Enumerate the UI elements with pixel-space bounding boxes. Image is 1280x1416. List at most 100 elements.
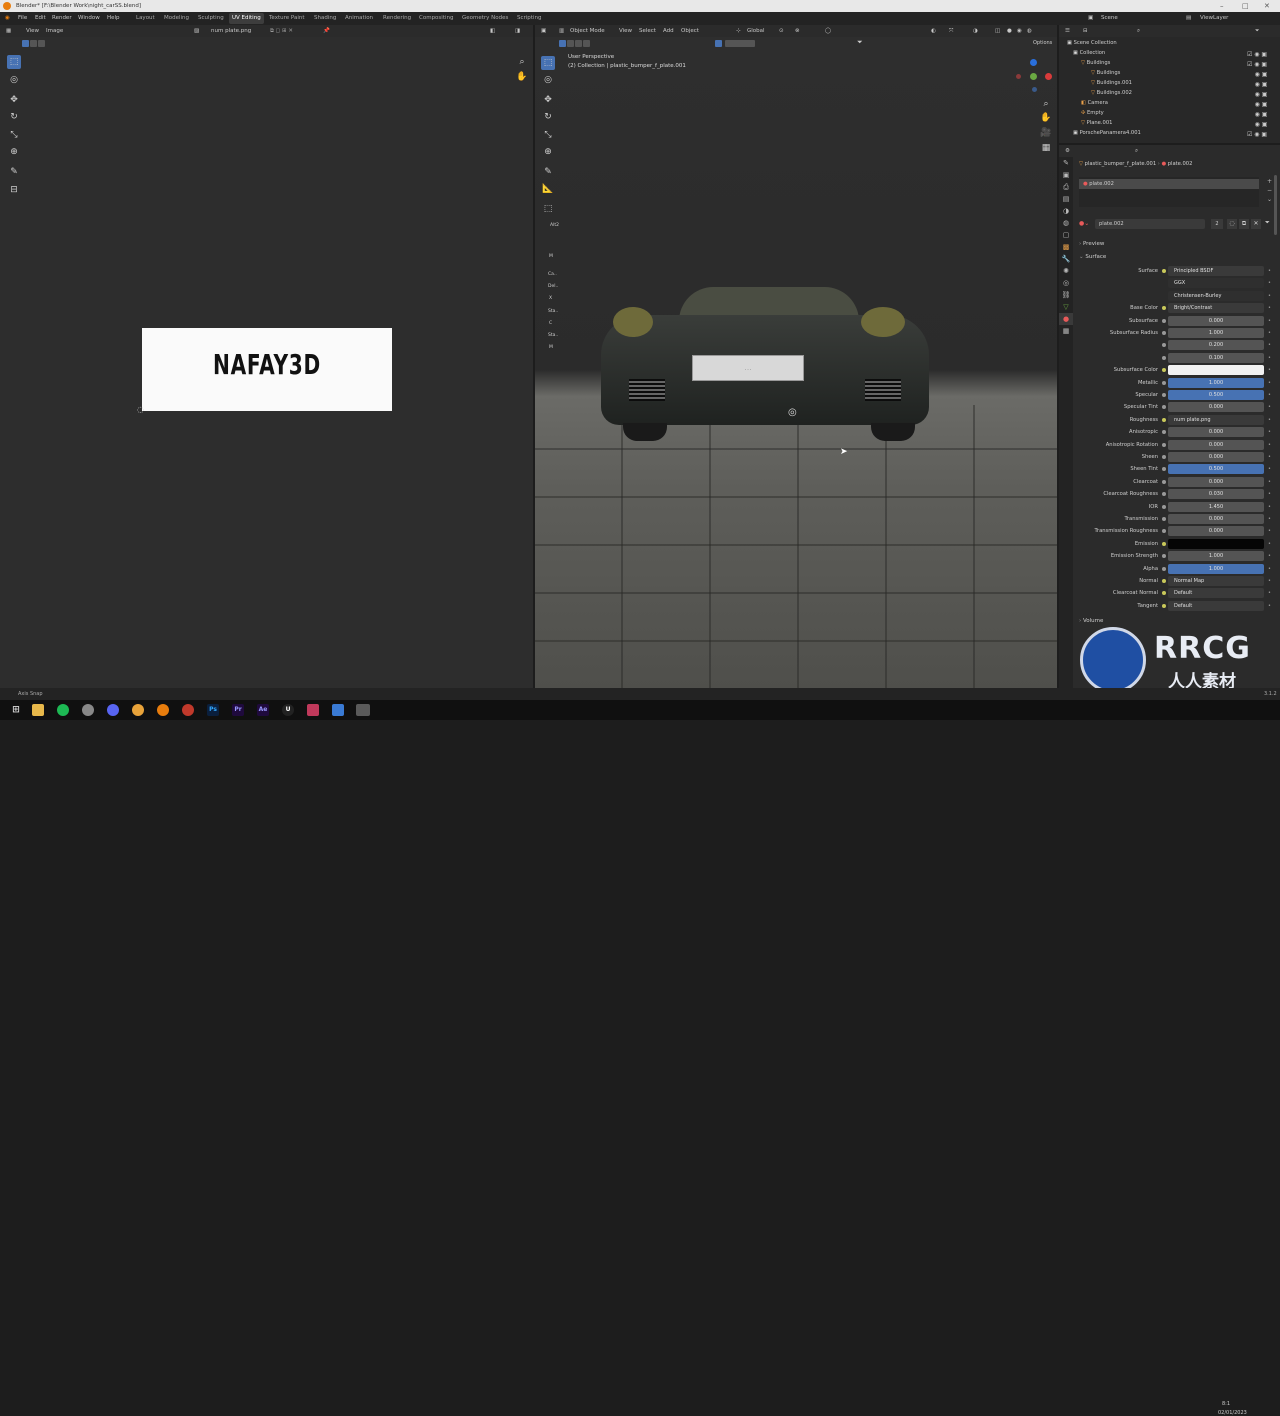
- menu-help[interactable]: Help: [107, 12, 120, 25]
- image-actions[interactable]: ⧉ ◻ ⊞ ✕: [270, 25, 293, 37]
- socket-dot-icon[interactable]: [1162, 529, 1166, 534]
- property-field[interactable]: 0.500: [1168, 464, 1264, 475]
- view-layer-tab-icon[interactable]: ▤: [1059, 193, 1073, 205]
- keyframe-dot-icon[interactable]: •: [1268, 339, 1271, 351]
- keyframe-dot-icon[interactable]: •: [1268, 575, 1271, 587]
- overlay-icon[interactable]: ◑: [973, 25, 978, 37]
- property-field[interactable]: 1.000: [1168, 328, 1264, 338]
- socket-dot-icon[interactable]: [1162, 492, 1166, 497]
- material-filter-icon[interactable]: ⏷: [1265, 219, 1270, 227]
- annotate-tool[interactable]: ✎: [7, 165, 21, 179]
- cursor-tool[interactable]: ◎: [541, 73, 555, 87]
- view-object-types-icon[interactable]: ◐: [931, 25, 936, 37]
- pin-icon[interactable]: 📌: [323, 25, 330, 37]
- render-tab-icon[interactable]: ▣: [1059, 169, 1073, 181]
- visibility-eye-icon[interactable]: ◉ ▣: [1247, 100, 1277, 110]
- side-label[interactable]: Del..: [548, 284, 558, 289]
- windows-start-icon[interactable]: ⊞: [10, 704, 22, 716]
- premiere-icon[interactable]: Pr: [232, 704, 244, 716]
- side-label[interactable]: Ca..: [548, 272, 557, 277]
- select-mode-icon[interactable]: [583, 40, 590, 47]
- output-tab-icon[interactable]: ⎙: [1059, 181, 1073, 193]
- tab-scripting[interactable]: Scripting: [514, 13, 544, 24]
- socket-dot-icon[interactable]: [1162, 331, 1166, 335]
- mode-selector[interactable]: Object Mode: [570, 25, 605, 37]
- gizmo-icon[interactable]: ⤧: [949, 25, 953, 37]
- visibility-eye-icon[interactable]: ☑ ◉ ▣: [1247, 50, 1277, 60]
- vp-menu-view[interactable]: View: [619, 25, 632, 37]
- socket-dot-icon[interactable]: [1162, 566, 1166, 571]
- property-field[interactable]: num plate.png: [1168, 414, 1264, 425]
- physics-tab-icon[interactable]: ◎: [1059, 277, 1073, 289]
- socket-dot-icon[interactable]: [1162, 269, 1166, 273]
- property-field[interactable]: 0.500: [1168, 390, 1264, 400]
- rotate-tool[interactable]: ↻: [541, 110, 555, 124]
- close-icon[interactable]: ✕: [1264, 0, 1270, 12]
- property-field[interactable]: 0.000: [1168, 476, 1264, 487]
- image-name-field[interactable]: num plate.png: [211, 25, 251, 37]
- xray-icon[interactable]: ◫: [995, 25, 1000, 37]
- socket-dot-icon[interactable]: [1162, 306, 1166, 311]
- material-slot-row[interactable]: ● plate.002: [1079, 179, 1259, 189]
- keyframe-dot-icon[interactable]: •: [1268, 538, 1271, 550]
- app-icon[interactable]: [307, 704, 319, 716]
- blender-active-icon[interactable]: [356, 704, 370, 716]
- property-field[interactable]: [1168, 538, 1264, 549]
- side-label[interactable]: C: [549, 321, 552, 326]
- property-field[interactable]: 0.000: [1168, 315, 1264, 326]
- property-field[interactable]: 0.000: [1168, 452, 1264, 462]
- tab-uv-editing[interactable]: UV Editing: [229, 13, 264, 24]
- menu-window[interactable]: Window: [78, 12, 100, 25]
- socket-dot-icon[interactable]: [1162, 467, 1166, 472]
- pan-hand-icon[interactable]: ✋: [515, 70, 529, 84]
- keyframe-dot-icon[interactable]: •: [1268, 377, 1271, 389]
- material-browse-icon[interactable]: ●⌄: [1079, 220, 1089, 227]
- socket-dot-icon[interactable]: [1162, 554, 1166, 559]
- scene-selector[interactable]: Scene: [1101, 12, 1118, 25]
- keyframe-dot-icon[interactable]: •: [1268, 352, 1271, 364]
- world-tab-icon[interactable]: ◍: [1059, 217, 1073, 229]
- keyframe-dot-icon[interactable]: •: [1268, 290, 1271, 302]
- keyframe-dot-icon[interactable]: •: [1268, 451, 1271, 463]
- transform-affect-icon[interactable]: [715, 40, 722, 47]
- blender-menu-icon[interactable]: ◉: [5, 12, 10, 25]
- keyframe-dot-icon[interactable]: •: [1268, 315, 1271, 327]
- visibility-eye-icon[interactable]: ☑ ◉ ▣: [1247, 130, 1277, 140]
- visibility-eye-icon[interactable]: ◉ ▣: [1247, 120, 1277, 130]
- material-name-field[interactable]: plate.002: [1095, 219, 1205, 229]
- tab-layout[interactable]: Layout: [133, 13, 158, 24]
- property-field[interactable]: Christensen-Burley: [1168, 290, 1264, 301]
- keyframe-dot-icon[interactable]: •: [1268, 563, 1271, 575]
- outliner-editor-icon[interactable]: ☰: [1065, 25, 1070, 37]
- socket-dot-icon[interactable]: [1162, 393, 1166, 397]
- uv-menu-view[interactable]: View: [26, 25, 39, 37]
- unreal-icon[interactable]: U: [282, 704, 294, 716]
- axis-gizmo[interactable]: [1009, 59, 1053, 99]
- keyframe-dot-icon[interactable]: •: [1268, 414, 1271, 426]
- camera-view-icon[interactable]: 🎥: [1039, 126, 1053, 140]
- material-tab-icon[interactable]: ●: [1059, 313, 1073, 325]
- keyframe-dot-icon[interactable]: •: [1268, 525, 1271, 537]
- keyframe-dot-icon[interactable]: •: [1268, 439, 1271, 451]
- uv-select-mode-1[interactable]: [22, 40, 29, 47]
- socket-dot-icon[interactable]: [1162, 591, 1166, 596]
- browser-icon[interactable]: [182, 704, 194, 716]
- editor-type-icon[interactable]: ▦: [6, 25, 11, 37]
- keyframe-dot-icon[interactable]: •: [1268, 327, 1271, 339]
- keyframe-dot-icon[interactable]: •: [1268, 364, 1271, 376]
- maximize-icon[interactable]: □: [1242, 0, 1249, 12]
- axis-x-icon[interactable]: [1045, 73, 1052, 80]
- annotate-tool[interactable]: ✎: [541, 165, 555, 179]
- vp-menu-object[interactable]: Object: [681, 25, 699, 37]
- property-field[interactable]: Bright/Contrast: [1168, 303, 1264, 314]
- keyframe-dot-icon[interactable]: •: [1268, 401, 1271, 413]
- measure-tool[interactable]: 📐: [541, 182, 555, 196]
- property-field[interactable]: 0.000: [1168, 402, 1264, 413]
- after-effects-icon[interactable]: Ae: [257, 704, 269, 716]
- axis-z-icon[interactable]: [1030, 59, 1037, 66]
- move-tool[interactable]: ✥: [7, 93, 21, 107]
- property-field[interactable]: [1168, 365, 1264, 376]
- property-field[interactable]: 1.000: [1168, 377, 1264, 388]
- visibility-eye-icon[interactable]: ☑ ◉ ▣: [1247, 60, 1277, 70]
- property-field[interactable]: 0.100: [1168, 352, 1264, 363]
